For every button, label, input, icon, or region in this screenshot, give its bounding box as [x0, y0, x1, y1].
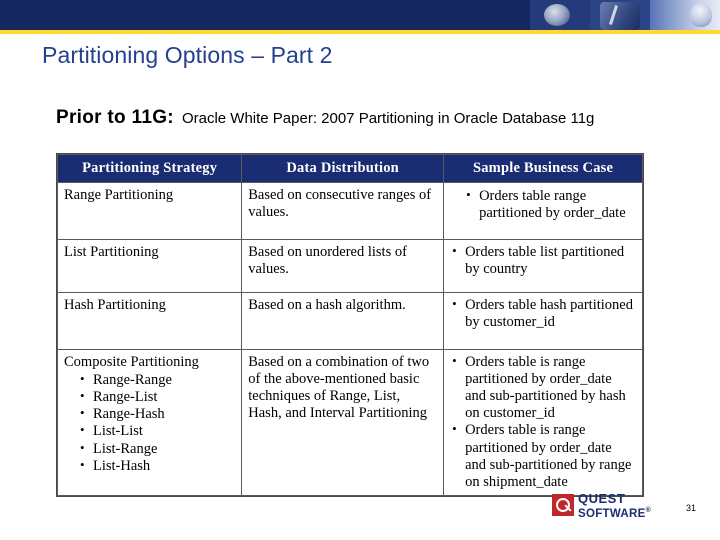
quest-logo-text: QUEST SOFTWARE® — [578, 491, 652, 520]
subtitle-emphasis: Prior to 11G: — [56, 107, 174, 128]
quest-logo-mark-icon — [552, 494, 574, 516]
list-item: List-Range — [78, 440, 235, 458]
quest-software-logo: QUEST SOFTWARE® — [552, 492, 672, 520]
list-item: Range-Hash — [78, 405, 235, 423]
subtitle-source: Oracle White Paper: 2007 Partitioning in… — [181, 110, 595, 127]
table-row: Range Partitioning Based on consecutive … — [56, 182, 643, 240]
table-row: Composite Partitioning Range-Range Range… — [56, 349, 643, 496]
cell-distribution-hash: Based on a hash algorithm. — [241, 292, 445, 350]
banner-photo-middle — [590, 0, 650, 30]
subtitle-row: Prior to 11G: Oracle White Paper: 2007 Pa… — [56, 107, 594, 129]
cell-strategy-list: List Partitioning — [56, 239, 243, 293]
column-header-business-case: Sample Business Case — [443, 154, 643, 183]
cell-strategy-hash: Hash Partitioning — [56, 292, 243, 350]
cell-strategy-composite: Composite Partitioning Range-Range Range… — [56, 349, 243, 496]
quest-logo-line1: QUEST — [578, 491, 626, 506]
slide-number: 31 — [686, 503, 697, 513]
page-title: Partitioning Options – Part 2 — [42, 42, 333, 68]
cell-business-case-list: Orders table list partitioned by country — [443, 239, 643, 293]
quest-logo-line2: SOFTWARE® — [578, 507, 652, 520]
list-item: Range-Range — [78, 371, 235, 389]
table-row: List Partitioning Based on unordered lis… — [56, 239, 643, 293]
cell-distribution-composite: Based on a combination of two of the abo… — [241, 349, 445, 496]
list-item: Orders table is range partitioned by ord… — [450, 353, 636, 422]
cell-distribution-list: Based on unordered lists of values. — [241, 239, 445, 293]
cell-strategy-composite-title: Composite Partitioning — [64, 354, 199, 370]
banner-background — [0, 0, 530, 30]
cell-business-case-composite: Orders table is range partitioned by ord… — [443, 349, 643, 496]
list-item: Orders table hash partitioned by custome… — [450, 296, 636, 331]
list-item: Orders table is range partitioned by ord… — [450, 421, 636, 490]
list-item: List-List — [78, 422, 235, 440]
slide-top-banner — [0, 0, 720, 30]
cell-strategy-range: Range Partitioning — [56, 182, 243, 240]
column-header-distribution: Data Distribution — [241, 154, 445, 183]
list-item: Range-List — [78, 388, 235, 406]
cell-distribution-range: Based on consecutive ranges of values. — [241, 182, 445, 240]
registered-mark: ® — [645, 507, 652, 514]
list-item: Orders table list partitioned by country — [450, 243, 636, 278]
table-row: Hash Partitioning Based on a hash algori… — [56, 292, 643, 350]
column-header-strategy: Partitioning Strategy — [56, 154, 243, 183]
composite-subtypes-list: Range-Range Range-List Range-Hash List-L… — [78, 371, 235, 475]
list-item: List-Hash — [78, 457, 235, 475]
cell-business-case-hash: Orders table hash partitioned by custome… — [443, 292, 643, 350]
cell-business-case-range: Orders table range partitioned by order_… — [443, 182, 643, 240]
banner-photo-right — [650, 0, 720, 30]
list-item: Orders table range partitioned by order_… — [464, 187, 636, 222]
partitioning-table: Partitioning Strategy Data Distribution … — [56, 153, 644, 497]
table-header-row: Partitioning Strategy Data Distribution … — [56, 154, 643, 183]
banner-yellow-rule — [0, 30, 720, 34]
banner-photo-left — [530, 0, 590, 30]
